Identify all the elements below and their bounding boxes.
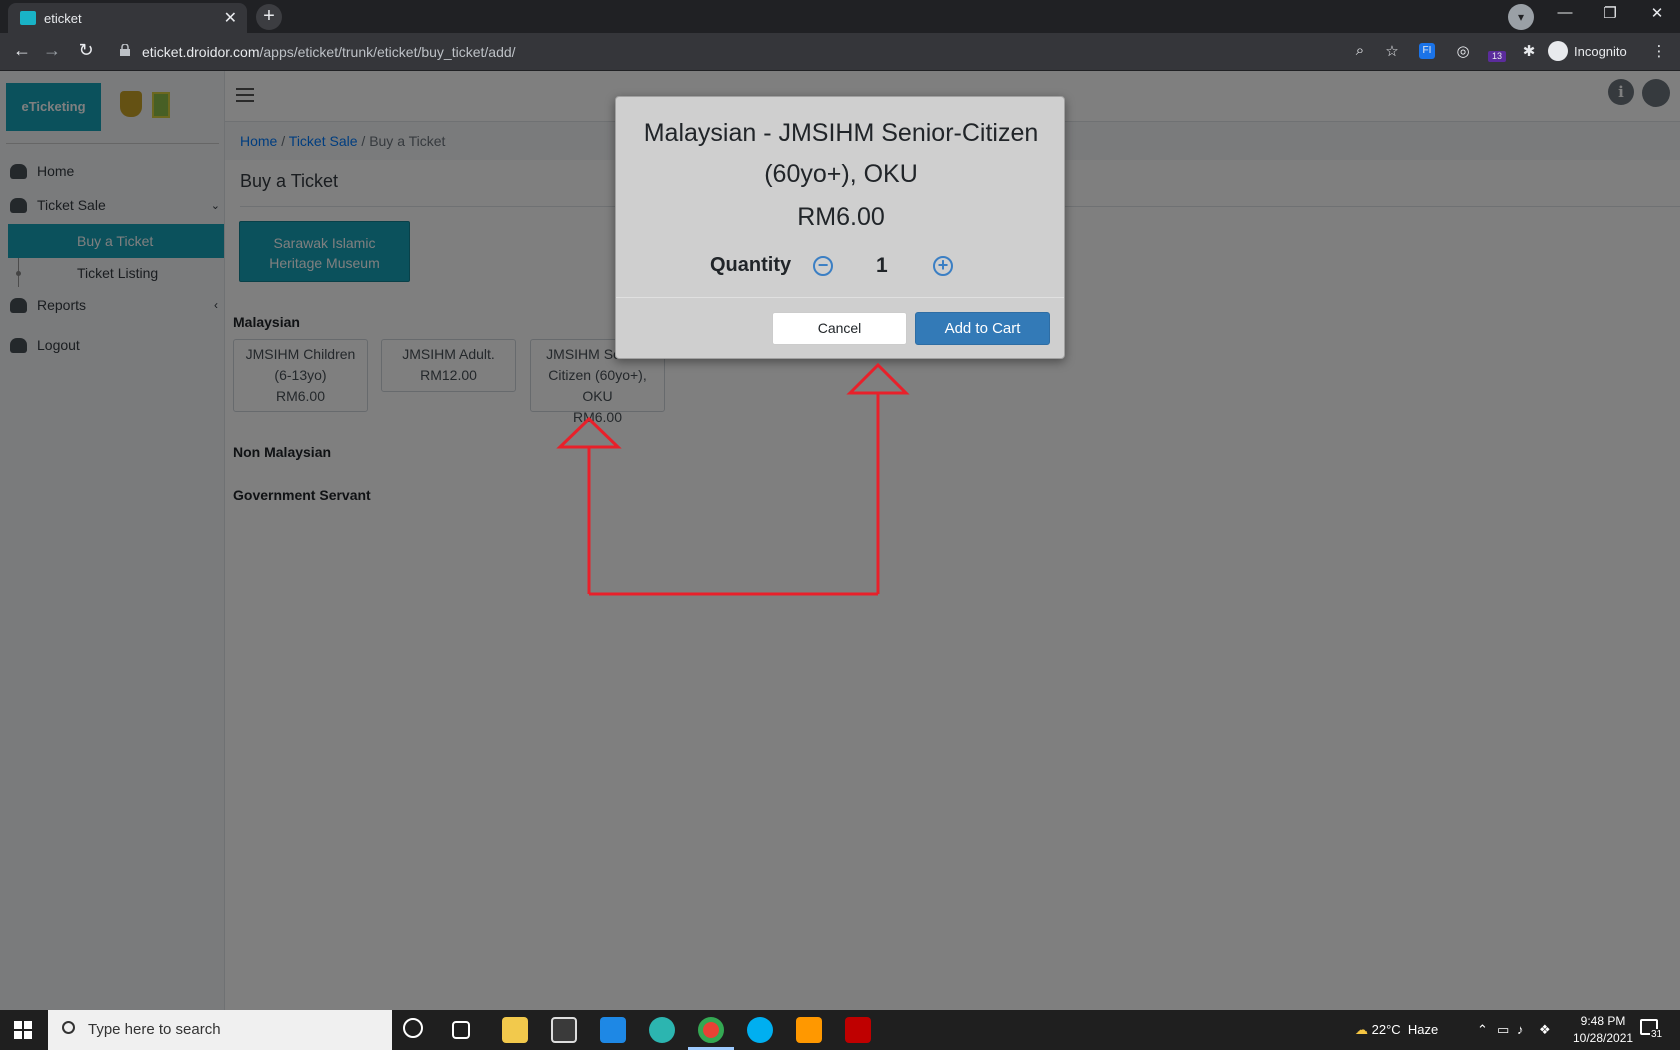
filezilla-icon[interactable] <box>845 1017 871 1043</box>
url-path: /apps/eticket/trunk/eticket/buy_ticket/a… <box>259 44 516 60</box>
extension-fi-icon[interactable]: FI <box>1419 43 1435 59</box>
volume-icon[interactable]: ♪ <box>1517 1022 1524 1037</box>
browser-menu-icon[interactable]: ⋮ <box>1648 42 1670 60</box>
back-icon[interactable]: ← <box>10 40 34 61</box>
quantity-dialog: Malaysian - JMSIHM Senior-Citizen (60yo+… <box>615 96 1065 359</box>
reload-icon[interactable]: ↻ <box>74 40 98 61</box>
search-icon <box>62 1021 75 1034</box>
url-host: eticket.droidor.com <box>142 44 260 60</box>
incognito-icon <box>1548 41 1568 61</box>
browser-tab[interactable]: eticket ✕ <box>8 3 247 33</box>
increment-icon[interactable]: + <box>933 256 953 276</box>
cancel-button[interactable]: Cancel <box>772 312 907 345</box>
mail-icon[interactable] <box>600 1017 626 1043</box>
clock-date: 10/28/2021 <box>1573 1031 1634 1045</box>
taskbar: Type here to search ☁ 22°C Haze ⌃ ▭ ♪ ❖ … <box>0 1010 1680 1050</box>
dialog-footer-divider <box>616 297 1064 298</box>
incognito-label: Incognito <box>1574 43 1627 59</box>
taskbar-search-placeholder: Type here to search <box>88 1021 221 1038</box>
zoom-icon[interactable]: ⌕ <box>1349 42 1371 59</box>
extension-badge[interactable]: 13 <box>1488 51 1506 62</box>
sublime-text-icon[interactable] <box>796 1017 822 1043</box>
clock-time: 9:48 PM <box>1580 1014 1626 1028</box>
dialog-title: Malaysian - JMSIHM Senior-Citizen (60yo+… <box>643 119 1039 188</box>
temperature: 22°C <box>1371 1022 1401 1037</box>
dropbox-icon[interactable]: ❖ <box>1539 1022 1551 1038</box>
weather-widget[interactable]: ☁ 22°C Haze <box>1355 1022 1438 1038</box>
quantity-value: 1 <box>876 254 888 277</box>
taskbar-search-box[interactable]: Type here to search <box>48 1010 392 1050</box>
restore-icon[interactable]: ❐ <box>1595 4 1625 22</box>
address-bar[interactable]: eticket.droidor.com/apps/eticket/trunk/e… <box>110 38 1400 66</box>
decrement-icon[interactable]: − <box>813 256 833 276</box>
chrome-icon[interactable] <box>698 1017 724 1043</box>
network-icon[interactable]: ▭ <box>1497 1022 1509 1038</box>
system-clock[interactable]: 9:48 PM 10/28/2021 <box>1573 1013 1633 1047</box>
windows-start-icon[interactable] <box>14 1021 32 1039</box>
cortana-icon[interactable] <box>403 1018 423 1038</box>
forward-icon[interactable]: → <box>40 40 64 61</box>
incognito-indicator[interactable]: Incognito <box>1548 39 1627 63</box>
skype-icon[interactable] <box>747 1017 773 1043</box>
bookmark-star-icon[interactable]: ☆ <box>1381 42 1403 60</box>
notification-count: 31 <box>1650 1029 1664 1040</box>
extensions-puzzle-icon[interactable]: ✱ <box>1518 42 1540 60</box>
lock-icon <box>120 44 130 56</box>
window-close-icon[interactable]: ✕ <box>1642 4 1672 22</box>
tab-title: eticket <box>44 11 82 26</box>
globe-extension-icon[interactable]: ◎ <box>1452 42 1474 60</box>
close-tab-icon[interactable]: ✕ <box>224 8 237 28</box>
weather-icon: ☁ <box>1355 1022 1368 1037</box>
new-tab-button[interactable]: + <box>256 4 282 30</box>
tray-chevron-up-icon[interactable]: ⌃ <box>1477 1022 1488 1038</box>
browser-toolbar: ← → ↻ eticket.droidor.com/apps/eticket/t… <box>0 33 1680 71</box>
task-view-icon[interactable] <box>452 1021 470 1039</box>
tab-search-icon[interactable]: ▾ <box>1508 4 1534 30</box>
weather-condition: Haze <box>1407 1022 1439 1037</box>
quantity-label: Quantity <box>710 254 792 276</box>
dialog-price: RM6.00 <box>797 203 885 231</box>
edge-icon[interactable] <box>649 1017 675 1043</box>
favicon-icon <box>20 11 36 25</box>
browser-tab-bar: eticket ✕ + ▾ — ❐ ✕ <box>0 0 1680 33</box>
file-explorer-icon[interactable] <box>502 1017 528 1043</box>
add-to-cart-button[interactable]: Add to Cart <box>915 312 1050 345</box>
store-icon[interactable] <box>551 1017 577 1043</box>
minimize-icon[interactable]: — <box>1550 4 1580 21</box>
